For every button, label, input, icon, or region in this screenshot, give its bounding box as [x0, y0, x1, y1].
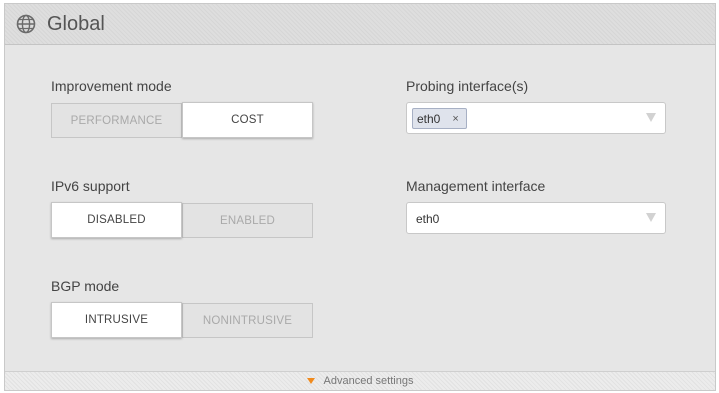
probing-interfaces-multiselect[interactable]: eth0 × [406, 102, 666, 134]
ipv6-support-label: IPv6 support [51, 178, 130, 194]
performance-option-button[interactable]: PERFORMANCE [51, 103, 182, 138]
ipv6-support-toggle: DISABLED ENABLED [51, 202, 313, 238]
interface-chip: eth0 × [412, 108, 467, 129]
disabled-option-button[interactable]: DISABLED [51, 202, 182, 238]
management-interface-value: eth0 [416, 212, 440, 226]
global-panel: Global Improvement mode PERFORMANCE COST… [4, 3, 716, 391]
expand-triangle-icon [306, 378, 315, 384]
panel-title: Global [47, 13, 105, 35]
dropdown-arrow-icon[interactable] [646, 213, 656, 222]
management-interface-select[interactable]: eth0 [406, 202, 666, 234]
dropdown-arrow-icon[interactable] [646, 113, 656, 122]
chip-label: eth0 [417, 111, 441, 126]
improvement-mode-label: Improvement mode [51, 78, 172, 94]
advanced-settings-toggle[interactable]: Advanced settings [5, 371, 715, 390]
panel-header: Global [5, 4, 715, 45]
bgp-mode-toggle: INTRUSIVE NONINTRUSIVE [51, 302, 313, 338]
cost-option-button[interactable]: COST [182, 102, 313, 138]
chip-remove-icon[interactable]: × [452, 113, 458, 125]
management-interface-label: Management interface [406, 178, 546, 194]
nonintrusive-option-button[interactable]: NONINTRUSIVE [182, 303, 313, 338]
bgp-mode-label: BGP mode [51, 278, 120, 294]
intrusive-option-button[interactable]: INTRUSIVE [51, 302, 182, 338]
enabled-option-button[interactable]: ENABLED [182, 203, 313, 238]
probing-interfaces-label: Probing interface(s) [406, 78, 529, 94]
globe-icon [16, 14, 36, 34]
advanced-settings-label: Advanced settings [323, 375, 414, 387]
improvement-mode-toggle: PERFORMANCE COST [51, 102, 313, 138]
